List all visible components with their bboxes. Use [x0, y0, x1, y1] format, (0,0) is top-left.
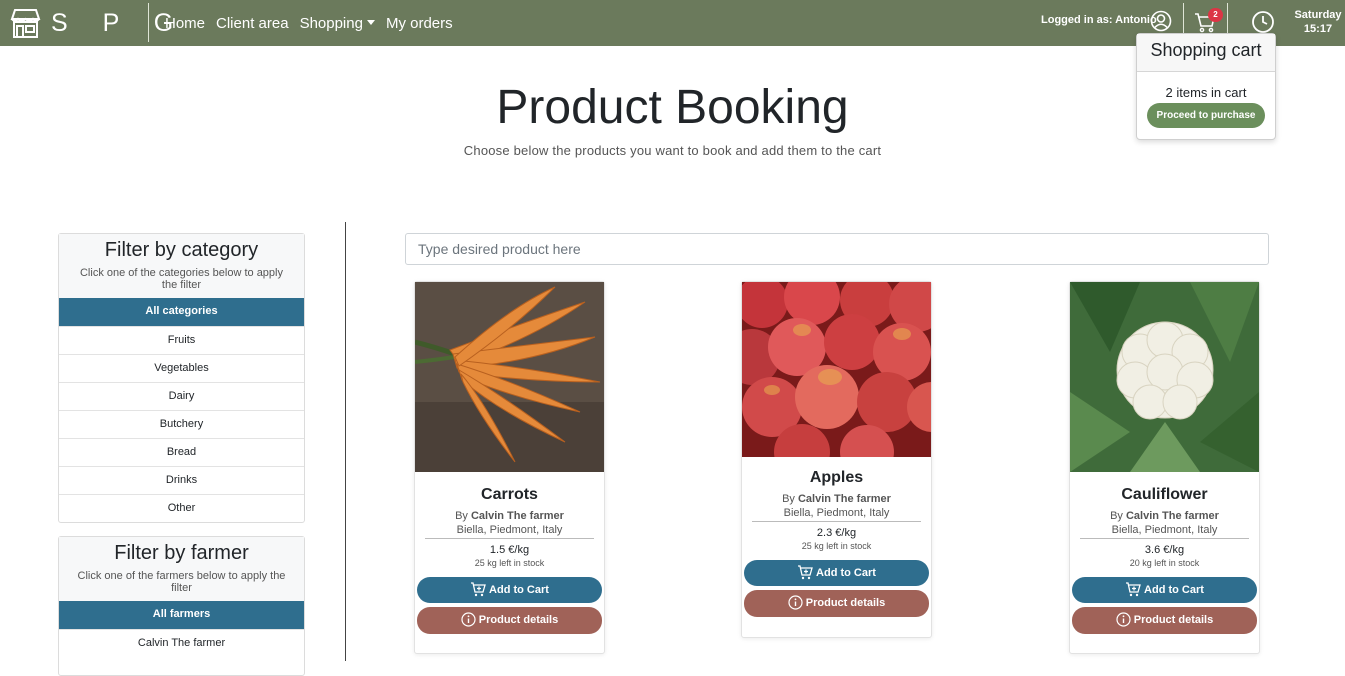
add-cart-icon: [471, 582, 486, 597]
sidebar-divider: [345, 222, 346, 661]
product-location: Biella, Piedmont, Italy: [752, 507, 921, 522]
user-icon[interactable]: [1150, 10, 1172, 32]
info-icon: [1116, 612, 1131, 627]
product-name: Apples: [809, 469, 864, 486]
category-item-dairy[interactable]: Dairy: [59, 382, 304, 410]
info-icon: [461, 612, 476, 627]
product-farmer-name: Calvin The farmer: [797, 493, 891, 505]
add-to-cart-label: Add to Cart: [816, 567, 876, 579]
category-item-drinks[interactable]: Drinks: [59, 466, 304, 494]
product-location: Biella, Piedmont, Italy: [425, 524, 594, 539]
clock-icon: [1252, 11, 1274, 33]
product-farmer: By Calvin The farmer: [742, 493, 931, 505]
info-icon: [788, 595, 803, 610]
product-farmer-name: Calvin The farmer: [1125, 510, 1219, 522]
product-image-carrots: [415, 282, 604, 472]
product-by-label: By: [1110, 510, 1123, 522]
category-item-all[interactable]: All categories: [59, 298, 304, 326]
add-to-cart-button[interactable]: Add to Cart: [744, 560, 929, 586]
product-card: Cauliflower By Calvin The farmer Biella,…: [1069, 281, 1260, 654]
product-search-input[interactable]: [405, 233, 1269, 265]
date-time: Saturday 15:17: [1290, 8, 1345, 36]
product-farmer: By Calvin The farmer: [415, 510, 604, 522]
store-icon: [10, 9, 41, 38]
add-to-cart-button[interactable]: Add to Cart: [417, 577, 602, 603]
nav-client-area[interactable]: Client area: [216, 15, 289, 32]
product-card: Apples By Calvin The farmer Biella, Pied…: [741, 281, 932, 638]
add-to-cart-label: Add to Cart: [1144, 584, 1204, 596]
cart-popover-title: Shopping cart: [1137, 34, 1275, 72]
farmer-filter-header: Filter by farmer Click one of the farmer…: [59, 537, 304, 601]
category-filter-header: Filter by category Click one of the cate…: [59, 234, 304, 298]
day-label: Saturday: [1294, 9, 1342, 21]
logged-in-label: Logged in as: Antonio: [1041, 14, 1157, 26]
farmer-filter: Filter by farmer Click one of the farmer…: [58, 536, 305, 676]
category-filter: Filter by category Click one of the cate…: [58, 233, 305, 523]
add-to-cart-button[interactable]: Add to Cart: [1072, 577, 1257, 603]
product-stock: 25 kg left in stock: [801, 541, 872, 551]
nav-my-orders[interactable]: My orders: [386, 15, 453, 32]
product-by-label: By: [782, 493, 795, 505]
page-title: Product Booking: [496, 81, 849, 134]
product-by-label: By: [455, 510, 468, 522]
product-details-label: Product details: [1133, 614, 1214, 626]
product-stock: 25 kg left in stock: [474, 558, 545, 568]
product-stock: 20 kg left in stock: [1129, 558, 1200, 568]
time-label: 15:17: [1303, 23, 1333, 35]
cart-count-badge: 2: [1208, 8, 1223, 22]
product-details-button[interactable]: Product details: [417, 607, 602, 634]
nav-shopping-dropdown[interactable]: Shopping: [300, 15, 375, 32]
nav-links: Home Client area Shopping My orders: [165, 0, 464, 46]
add-to-cart-label: Add to Cart: [489, 584, 549, 596]
nav-shopping-label: Shopping: [299, 14, 363, 32]
product-card: Carrots By Calvin The farmer Biella, Pie…: [414, 281, 605, 654]
product-image-apples: [742, 282, 931, 457]
product-name: Cauliflower: [1121, 486, 1208, 503]
product-price: 3.6 €/kg: [1144, 544, 1185, 556]
product-farmer-name: Calvin The farmer: [470, 510, 564, 522]
category-item-vegetables[interactable]: Vegetables: [59, 354, 304, 382]
category-item-bread[interactable]: Bread: [59, 438, 304, 466]
category-item-other[interactable]: Other: [59, 494, 304, 522]
caret-down-icon: [366, 19, 375, 25]
add-cart-icon: [798, 565, 813, 580]
product-details-button[interactable]: Product details: [1072, 607, 1257, 634]
product-image-cauliflower: [1070, 282, 1259, 472]
product-location: Biella, Piedmont, Italy: [1080, 524, 1249, 539]
product-price: 2.3 €/kg: [816, 527, 857, 539]
farmer-filter-title: Filter by farmer: [114, 542, 249, 564]
add-cart-icon: [1126, 582, 1141, 597]
product-name: Carrots: [481, 486, 538, 503]
category-item-butchery[interactable]: Butchery: [59, 410, 304, 438]
category-filter-title: Filter by category: [104, 239, 259, 261]
product-price: 1.5 €/kg: [489, 544, 530, 556]
product-farmer: By Calvin The farmer: [1070, 510, 1259, 522]
category-item-fruits[interactable]: Fruits: [59, 326, 304, 354]
page-subtitle: Choose below the products you want to bo…: [463, 143, 882, 158]
farmer-item-all[interactable]: All farmers: [59, 601, 304, 629]
product-details-button[interactable]: Product details: [744, 590, 929, 617]
product-details-label: Product details: [805, 597, 886, 609]
brand[interactable]: S P G: [0, 0, 187, 46]
farmer-filter-hint: Click one of the farmers below to apply …: [77, 570, 286, 594]
farmer-item-calvin[interactable]: Calvin The farmer: [59, 629, 304, 657]
product-details-label: Product details: [478, 614, 559, 626]
category-filter-hint: Click one of the categories below to app…: [79, 267, 283, 291]
nav-divider: [148, 3, 149, 42]
nav-home[interactable]: Home: [165, 15, 205, 32]
